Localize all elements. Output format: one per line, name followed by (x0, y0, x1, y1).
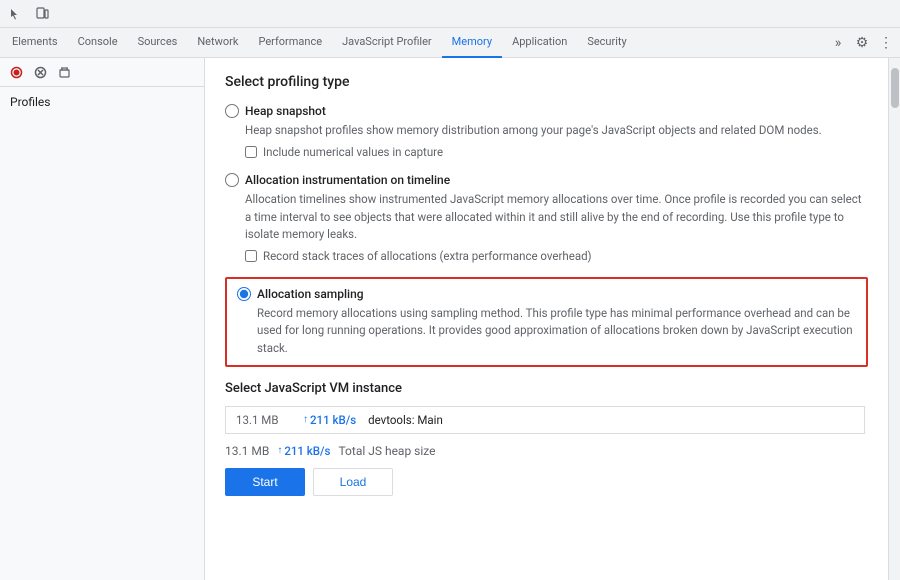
record-button[interactable] (6, 62, 26, 82)
load-button[interactable]: Load (313, 468, 393, 496)
tab-security[interactable]: Security (577, 28, 636, 58)
heap-snapshot-radio-label[interactable]: Heap snapshot (225, 104, 868, 118)
allocation-instrumentation-radio[interactable] (225, 173, 239, 187)
allocation-instrumentation-desc: Allocation timelines show instrumented J… (245, 191, 868, 243)
allocation-sampling-option: Allocation sampling Record memory alloca… (237, 287, 856, 357)
tab-javascript-profiler[interactable]: JavaScript Profiler (332, 28, 442, 58)
allocation-instrumentation-option: Allocation instrumentation on timeline A… (225, 173, 868, 263)
vm-rate-value: 211 kB/s (310, 413, 356, 427)
inspect-element-button[interactable] (4, 2, 28, 26)
tab-memory[interactable]: Memory (442, 28, 502, 58)
vm-table: 13.1 MB ↑ 211 kB/s devtools: Main (225, 406, 865, 434)
allocation-sampling-radio-label[interactable]: Allocation sampling (237, 287, 856, 301)
content-panel: Select profiling type Heap snapshot Heap… (205, 58, 888, 580)
tab-elements[interactable]: Elements (2, 28, 68, 58)
profiles-label: Profiles (0, 87, 204, 113)
heap-snapshot-desc: Heap snapshot profiles show memory distr… (245, 122, 868, 139)
footer-rate-icon: ↑ (277, 445, 282, 456)
vm-rate: ↑ 211 kB/s (303, 413, 356, 427)
vm-rate-icon: ↑ (303, 414, 308, 425)
heap-snapshot-title: Heap snapshot (245, 104, 326, 118)
kebab-menu-button[interactable]: ⋮ (874, 31, 898, 55)
tab-console[interactable]: Console (68, 28, 128, 58)
heap-snapshot-checkbox-row: Include numerical values in capture (245, 145, 868, 159)
stack-traces-checkbox-row: Record stack traces of allocations (extr… (245, 249, 868, 263)
footer-stats: 13.1 MB ↑ 211 kB/s Total JS heap size (225, 434, 868, 468)
more-tabs-button[interactable]: » (826, 31, 850, 55)
footer-heap-label: Total JS heap size (338, 444, 435, 458)
allocation-sampling-box: Allocation sampling Record memory alloca… (225, 277, 868, 367)
sidebar: Profiles (0, 58, 205, 580)
footer-buttons: Start Load (225, 468, 868, 496)
tab-application[interactable]: Application (502, 28, 577, 58)
footer-size: 13.1 MB (225, 444, 269, 458)
footer-rate: ↑ 211 kB/s (277, 444, 330, 458)
allocation-instrumentation-title: Allocation instrumentation on timeline (245, 173, 450, 187)
sidebar-toolbar (0, 58, 204, 87)
footer-rate-value: 211 kB/s (284, 444, 330, 458)
tab-sources[interactable]: Sources (128, 28, 188, 58)
allocation-instrumentation-radio-label[interactable]: Allocation instrumentation on timeline (225, 173, 868, 187)
numerical-values-checkbox[interactable] (245, 146, 257, 158)
select-type-title: Select profiling type (225, 74, 868, 90)
stop-button[interactable] (30, 62, 50, 82)
toolbar-icons (0, 2, 58, 26)
vm-name: devtools: Main (368, 413, 443, 427)
clear-button[interactable] (54, 62, 74, 82)
start-button[interactable]: Start (225, 468, 305, 496)
vm-size: 13.1 MB (236, 413, 291, 427)
top-toolbar (0, 0, 900, 28)
main-area: Profiles Select profiling type Heap snap… (0, 58, 900, 580)
tab-network[interactable]: Network (187, 28, 248, 58)
devtools-tabs: Elements Console Sources Network Perform… (0, 28, 900, 58)
vm-section-title: Select JavaScript VM instance (225, 381, 868, 396)
stack-traces-label: Record stack traces of allocations (extr… (263, 249, 592, 263)
vm-row[interactable]: 13.1 MB ↑ 211 kB/s devtools: Main (226, 407, 864, 433)
numerical-values-label: Include numerical values in capture (263, 145, 443, 159)
scrollbar-thumb[interactable] (891, 68, 899, 108)
allocation-sampling-title: Allocation sampling (257, 287, 364, 301)
allocation-sampling-radio[interactable] (237, 287, 251, 301)
heap-snapshot-option: Heap snapshot Heap snapshot profiles sho… (225, 104, 868, 159)
heap-snapshot-radio[interactable] (225, 104, 239, 118)
device-toolbar-button[interactable] (30, 2, 54, 26)
scrollbar-track[interactable] (888, 58, 900, 580)
stack-traces-checkbox[interactable] (245, 250, 257, 262)
tab-performance[interactable]: Performance (248, 28, 332, 58)
settings-button[interactable]: ⚙ (850, 31, 874, 55)
allocation-sampling-desc: Record memory allocations using sampling… (257, 305, 856, 357)
